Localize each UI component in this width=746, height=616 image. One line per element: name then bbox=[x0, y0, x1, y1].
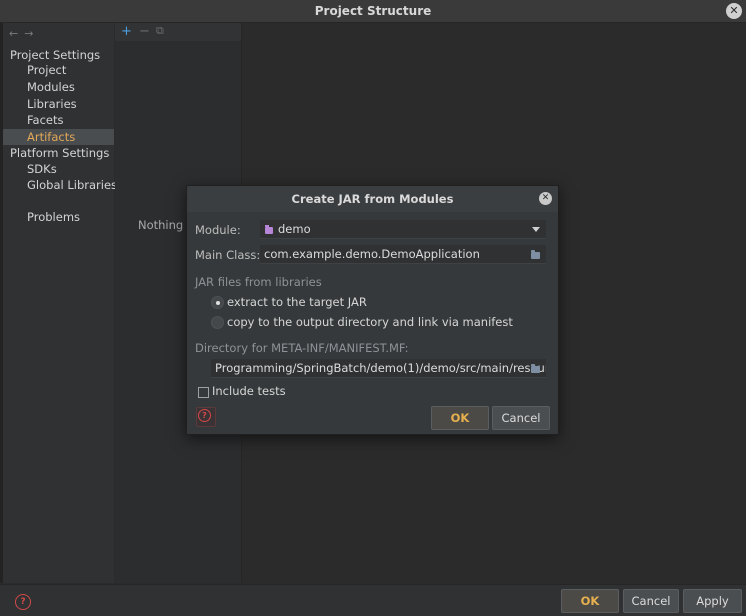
window-titlebar: Project Structure ✕ bbox=[0, 0, 746, 23]
main-class-value: com.example.demo.DemoApplication bbox=[264, 247, 480, 261]
ok-button[interactable]: OK bbox=[561, 589, 619, 613]
sidebar-item-libraries[interactable]: Libraries bbox=[27, 97, 77, 111]
extract-radio[interactable] bbox=[211, 296, 224, 309]
browse-folder-icon[interactable] bbox=[531, 250, 540, 259]
include-tests-checkbox[interactable] bbox=[198, 387, 209, 398]
sidebar-item-project[interactable]: Project bbox=[27, 63, 66, 77]
manifest-dir-label: Directory for META-INF/MANIFEST.MF: bbox=[195, 341, 409, 355]
chevron-down-icon bbox=[532, 227, 540, 232]
add-icon[interactable]: + bbox=[121, 24, 132, 39]
sidebar: ←→ Project Settings Project Modules Libr… bbox=[3, 23, 117, 583]
artifacts-toolbar: + − ⧉ bbox=[115, 23, 241, 41]
help-icon: ? bbox=[198, 409, 211, 422]
remove-icon[interactable]: − bbox=[139, 24, 150, 39]
window-title: Project Structure bbox=[314, 4, 432, 18]
dialog-help-button[interactable]: ? bbox=[196, 407, 216, 427]
dialog-title: Create JAR from Modules bbox=[187, 186, 558, 212]
sidebar-item-modules[interactable]: Modules bbox=[27, 80, 75, 94]
apply-button[interactable]: Apply bbox=[683, 589, 742, 613]
module-folder-icon bbox=[265, 225, 273, 234]
manifest-dir-field[interactable]: Programming/SpringBatch/demo(1)/demo/src… bbox=[211, 359, 546, 378]
forward-arrow-icon[interactable]: → bbox=[24, 27, 39, 40]
create-jar-dialog: Create JAR from Modules ✕ Module: demo M… bbox=[186, 185, 559, 435]
copy-radio[interactable] bbox=[211, 316, 224, 329]
include-tests-label[interactable]: Include tests bbox=[212, 384, 286, 398]
sidebar-item-problems[interactable]: Problems bbox=[27, 210, 80, 224]
sidebar-item-sdks[interactable]: SDKs bbox=[27, 162, 57, 176]
sidebar-item-facets[interactable]: Facets bbox=[27, 113, 64, 127]
main-class-label: Main Class: bbox=[195, 248, 261, 262]
copy-icon[interactable]: ⧉ bbox=[156, 24, 164, 38]
extract-radio-label[interactable]: extract to the target JAR bbox=[227, 295, 367, 309]
dialog-close-button[interactable]: ✕ bbox=[539, 192, 552, 205]
bottom-bar: ? OK Cancel Apply bbox=[0, 584, 746, 616]
sidebar-item-global-libraries[interactable]: Global Libraries bbox=[27, 178, 117, 192]
manifest-dir-value: Programming/SpringBatch/demo(1)/demo/src… bbox=[215, 361, 546, 375]
main-class-field[interactable]: com.example.demo.DemoApplication bbox=[260, 245, 546, 264]
copy-radio-label[interactable]: copy to the output directory and link vi… bbox=[227, 315, 513, 329]
jar-files-label: JAR files from libraries bbox=[195, 275, 322, 289]
module-value: demo bbox=[278, 222, 311, 236]
back-arrow-icon[interactable]: ← bbox=[9, 27, 24, 40]
nav-arrows: ←→ bbox=[9, 27, 39, 40]
cancel-button[interactable]: Cancel bbox=[623, 589, 679, 613]
window-close-button[interactable]: ✕ bbox=[726, 3, 742, 19]
dialog-cancel-button[interactable]: Cancel bbox=[492, 406, 550, 430]
help-icon[interactable]: ? bbox=[15, 594, 31, 610]
sidebar-header-project-settings: Project Settings bbox=[10, 48, 101, 62]
module-label: Module: bbox=[195, 223, 241, 237]
module-select[interactable]: demo bbox=[260, 220, 546, 239]
sidebar-item-artifacts[interactable]: Artifacts bbox=[27, 130, 75, 144]
browse-folder-icon[interactable] bbox=[531, 364, 540, 373]
sidebar-header-platform-settings: Platform Settings bbox=[10, 146, 110, 160]
dialog-ok-button[interactable]: OK bbox=[431, 406, 489, 430]
